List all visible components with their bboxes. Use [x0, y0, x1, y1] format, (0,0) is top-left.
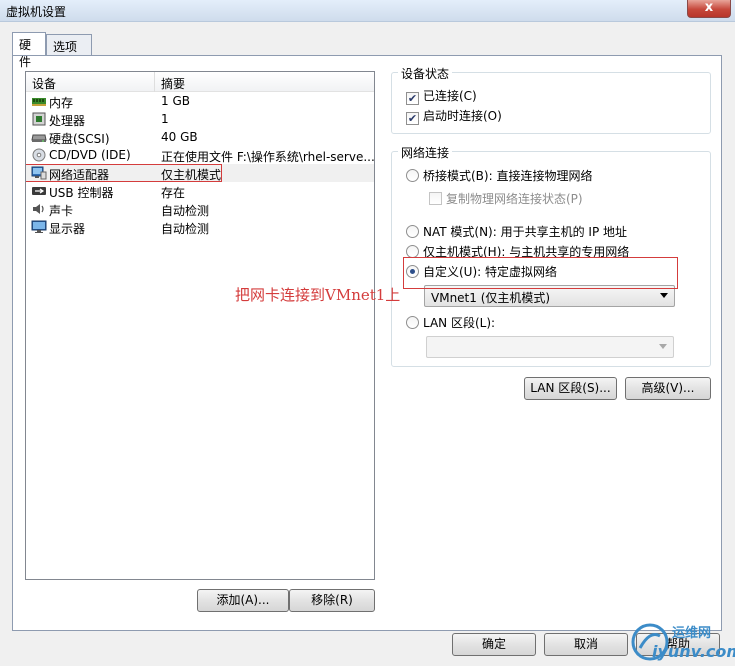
annotation-text: 把网卡连接到VMnet1上 [235, 286, 401, 304]
chevron-down-icon [659, 344, 667, 349]
checkbox-icon [429, 192, 442, 205]
hardware-panel: 设备 摘要 内存 1 GB 处理器 1 硬盘(SCSI) 40 GB CD/DV… [12, 55, 722, 631]
sound-card-icon [33, 204, 44, 214]
radio-icon [406, 316, 419, 329]
replicate-state-checkbox[interactable]: 复制物理网络连接状态(P) [429, 190, 583, 207]
device-row-usb-controller[interactable]: USB 控制器 存在 [26, 182, 374, 200]
device-list-header: 设备 摘要 [26, 72, 374, 92]
close-button[interactable]: x [687, 0, 731, 18]
custom-network-value: VMnet1 (仅主机模式) [431, 291, 551, 305]
column-header-summary[interactable]: 摘要 [161, 75, 185, 92]
remove-button[interactable]: 移除(R) [289, 589, 375, 612]
device-name: CD/DVD (IDE) [49, 148, 131, 162]
custom-label: 自定义(U): 特定虚拟网络 [423, 265, 558, 279]
host-only-radio[interactable]: 仅主机模式(H): 与主机共享的专用网络 [406, 243, 629, 260]
nat-radio[interactable]: NAT 模式(N): 用于共享主机的 IP 地址 [406, 223, 627, 240]
lan-segments-button[interactable]: LAN 区段(S)... [524, 377, 617, 400]
usb-icon [32, 187, 46, 195]
network-adapter-icon [31, 166, 47, 180]
tab-hardware[interactable]: 硬件 [12, 32, 46, 69]
device-summary: 存在 [161, 186, 186, 200]
memory-icon [32, 98, 46, 106]
title-bar: 虚拟机设置 x [0, 0, 735, 22]
device-summary: 40 GB [161, 130, 198, 144]
help-button[interactable]: 帮助 [636, 633, 720, 656]
checkmark-icon: ✔ [406, 92, 419, 105]
tab-options[interactable]: 选项 [46, 34, 92, 55]
device-row-network-adapter[interactable]: 网络适配器 仅主机模式 [26, 164, 374, 182]
radio-icon [406, 225, 419, 238]
bridged-radio[interactable]: 桥接模式(B): 直接连接物理网络 [406, 167, 592, 184]
device-row-sound-card[interactable]: 声卡 自动检测 [26, 200, 374, 218]
window-title: 虚拟机设置 [6, 5, 67, 19]
add-button[interactable]: 添加(A)... [197, 589, 289, 612]
radio-icon [406, 245, 419, 258]
lan-segment-select[interactable] [426, 336, 674, 358]
advanced-button[interactable]: 高级(V)... [625, 377, 711, 400]
column-header-device[interactable]: 设备 [32, 75, 56, 92]
ok-button[interactable]: 确定 [452, 633, 536, 656]
connect-at-power-on-label: 启动时连接(O) [423, 109, 502, 123]
network-connection-title: 网络连接 [398, 144, 453, 161]
device-status-title: 设备状态 [398, 65, 453, 82]
device-list: 设备 摘要 内存 1 GB 处理器 1 硬盘(SCSI) 40 GB CD/DV… [25, 71, 375, 580]
device-row-hard-disk[interactable]: 硬盘(SCSI) 40 GB [26, 128, 374, 146]
device-row-display[interactable]: 显示器 自动检测 [26, 218, 374, 236]
lan-segment-radio[interactable]: LAN 区段(L): [406, 314, 495, 331]
device-name: 内存 [49, 96, 74, 110]
device-name: USB 控制器 [49, 186, 114, 200]
device-row-memory[interactable]: 内存 1 GB [26, 92, 374, 110]
device-summary: 1 GB [161, 94, 190, 108]
checkmark-icon: ✔ [406, 112, 419, 125]
custom-radio[interactable]: 自定义(U): 特定虚拟网络 [406, 263, 557, 280]
device-name: 声卡 [49, 204, 74, 218]
bridged-label: 桥接模式(B): 直接连接物理网络 [423, 169, 593, 183]
network-connection-group: 网络连接 桥接模式(B): 直接连接物理网络 复制物理网络连接状态(P) NAT… [391, 144, 711, 367]
connected-label: 已连接(C) [423, 89, 477, 103]
device-name: 处理器 [49, 114, 86, 128]
hard-disk-icon [31, 134, 47, 142]
cancel-button[interactable]: 取消 [544, 633, 628, 656]
cd-dvd-icon [32, 148, 46, 162]
device-name: 显示器 [49, 222, 86, 236]
device-name: 网络适配器 [49, 168, 110, 182]
column-separator[interactable] [154, 72, 155, 92]
device-status-group: 设备状态 ✔ 已连接(C) ✔ 启动时连接(O) [391, 65, 711, 134]
device-summary: 1 [161, 112, 169, 126]
radio-icon [406, 169, 419, 182]
device-summary: 自动检测 [161, 222, 210, 236]
processor-icon [32, 112, 46, 126]
device-summary: 仅主机模式 [161, 168, 222, 182]
replicate-state-label: 复制物理网络连接状态(P) [446, 192, 583, 206]
lan-segment-label: LAN 区段(L): [423, 316, 496, 330]
custom-network-select[interactable]: VMnet1 (仅主机模式) [424, 285, 675, 307]
dialog-body: 硬件 选项 设备 摘要 内存 1 GB 处理器 1 硬盘(SCSI) 40 GB… [0, 22, 735, 666]
host-only-label: 仅主机模式(H): 与主机共享的专用网络 [423, 245, 630, 259]
device-name: 硬盘(SCSI) [49, 132, 110, 146]
connected-checkbox[interactable]: ✔ 已连接(C) [406, 87, 477, 105]
nat-label: NAT 模式(N): 用于共享主机的 IP 地址 [423, 225, 628, 239]
device-row-processor[interactable]: 处理器 1 [26, 110, 374, 128]
display-icon [31, 220, 47, 233]
chevron-down-icon [660, 293, 668, 298]
radio-selected-icon [406, 265, 419, 278]
connect-at-power-on-checkbox[interactable]: ✔ 启动时连接(O) [406, 107, 502, 125]
device-row-cd-dvd[interactable]: CD/DVD (IDE) 正在使用文件 F:\操作系统\rhel-serve..… [26, 146, 374, 164]
device-summary: 自动检测 [161, 204, 210, 218]
device-summary: 正在使用文件 F:\操作系统\rhel-serve... [161, 150, 375, 164]
close-icon: x [704, 0, 714, 15]
